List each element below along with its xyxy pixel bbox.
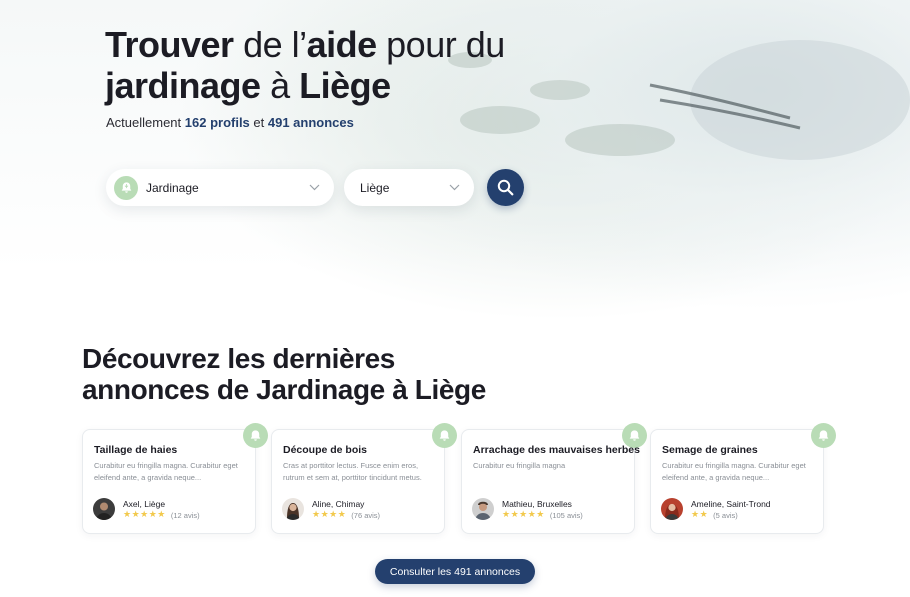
hero-sub-prefix: Actuellement xyxy=(106,115,185,130)
hero-title-word: à xyxy=(260,65,300,106)
category-select[interactable]: Jardinage xyxy=(106,169,334,206)
avatar xyxy=(282,498,304,520)
rating: ★★★★★ (105 avis) xyxy=(502,510,583,520)
review-count: (12 avis) xyxy=(170,510,200,520)
section-title-word: à xyxy=(384,374,415,405)
author-name: Mathieu, Bruxelles xyxy=(502,499,572,509)
section-title-word: les dernières xyxy=(220,343,395,374)
hero-title-word: jardinage xyxy=(105,65,261,106)
review-count: (105 avis) xyxy=(549,510,583,520)
author-name: Aline, Chimay xyxy=(312,499,365,509)
hero-title-word: de l’ xyxy=(243,24,307,65)
card-title[interactable]: Semage de graines xyxy=(662,444,758,456)
card-title[interactable]: Taillage de haies xyxy=(94,444,177,456)
avatar xyxy=(661,498,683,520)
hero-subtitle: Actuellement 162 profils et 491 annonces xyxy=(106,115,354,130)
gardening-bell-icon xyxy=(811,423,836,448)
view-all-ads-button[interactable]: Consulter les 491 annonces xyxy=(375,559,535,584)
section-title-word: annonces xyxy=(82,374,210,405)
hero-sub-and: et xyxy=(249,115,268,130)
rating-stars: ★★★★★ xyxy=(123,510,166,520)
card-description: Curabitur eu fringilla magna. Curabitur … xyxy=(662,461,806,482)
card-description: Curabitur eu fringilla magna xyxy=(473,461,566,470)
section-title-word: Jardinage xyxy=(256,374,385,405)
gardening-bell-icon xyxy=(114,175,138,200)
section-title-word: Découvrez xyxy=(82,343,221,374)
hero-title-word: Trouver xyxy=(105,24,234,65)
ad-card[interactable]: Semage de graines Curabitur eu fringilla… xyxy=(650,423,836,534)
card-title[interactable]: Arrachage des mauvaises herbes xyxy=(473,444,640,456)
section-title-word: de xyxy=(209,374,257,405)
ad-card[interactable]: Découpe de bois Cras at porttitor lectus… xyxy=(271,423,457,534)
rating: ★★★★ (76 avis) xyxy=(312,510,380,520)
chevron-down-icon xyxy=(449,184,460,191)
city-value: Liège xyxy=(360,180,390,195)
review-count: (76 avis) xyxy=(351,510,381,520)
rating: ★★ (5 avis) xyxy=(691,510,738,520)
hero-title-word: Liège xyxy=(299,65,391,106)
ad-card[interactable]: Taillage de haies Curabitur eu fringilla… xyxy=(82,423,268,534)
hero-title-word: aide xyxy=(306,24,378,65)
author-name: Ameline, Saint-Trond xyxy=(691,499,771,509)
rating-stars: ★★ xyxy=(691,510,709,520)
profiles-count[interactable]: 162 profils xyxy=(185,115,250,130)
category-value: Jardinage xyxy=(146,180,199,195)
avatar xyxy=(472,498,494,520)
search-icon xyxy=(497,179,514,196)
rating-stars: ★★★★ xyxy=(312,510,347,520)
section-title-word: Liège xyxy=(414,374,487,405)
rating: ★★★★★ (12 avis) xyxy=(123,510,200,520)
card-description: Cras at porttitor lectus. Fusce enim ero… xyxy=(283,461,422,482)
ad-card[interactable]: Arrachage des mauvaises herbes Curabitur… xyxy=(461,423,647,534)
review-count: (5 avis) xyxy=(713,510,738,520)
rating-stars: ★★★★★ xyxy=(502,510,545,520)
author-name: Axel, Liège xyxy=(123,499,166,509)
ads-count[interactable]: 491 annonces xyxy=(268,115,354,130)
city-select[interactable]: Liège xyxy=(344,169,474,206)
hero-title-word: pour du xyxy=(376,24,505,65)
section-title: Découvrez les dernières annonces de Jard… xyxy=(82,343,642,405)
search-button[interactable] xyxy=(487,169,524,206)
chevron-down-icon xyxy=(309,184,320,191)
gardening-bell-icon xyxy=(243,423,268,448)
avatar xyxy=(93,498,115,520)
gardening-bell-icon xyxy=(432,423,457,448)
card-description: Curabitur eu fringilla magna. Curabitur … xyxy=(94,461,238,482)
hero-title: Trouver de l’aide pour du jardinage à Li… xyxy=(105,24,665,106)
card-title[interactable]: Découpe de bois xyxy=(283,444,367,456)
